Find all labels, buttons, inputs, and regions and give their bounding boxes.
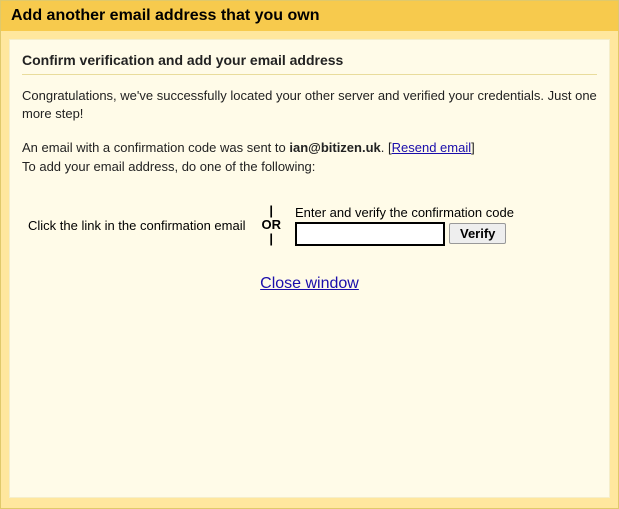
dialog-container: Add another email address that you own C… <box>0 0 619 509</box>
or-divider: | OR | <box>255 204 287 247</box>
verify-button[interactable]: Verify <box>449 223 506 244</box>
confirmation-code-input[interactable] <box>295 222 445 246</box>
bracket-close: ] <box>471 140 475 155</box>
dialog-content: Confirm verification and add your email … <box>9 39 610 498</box>
right-choice: Enter and verify the confirmation code V… <box>287 205 514 246</box>
period: . <box>381 140 388 155</box>
left-choice-text: Click the link in the confirmation email <box>22 218 255 233</box>
congrats-text: Congratulations, we've successfully loca… <box>22 87 597 123</box>
section-heading: Confirm verification and add your email … <box>22 52 597 75</box>
close-wrap: Close window <box>22 275 597 293</box>
dialog-title: Add another email address that you own <box>1 1 618 31</box>
confirmation-prefix: An email with a confirmation code was se… <box>22 140 289 155</box>
right-choice-label: Enter and verify the confirmation code <box>295 205 514 220</box>
close-window-link[interactable]: Close window <box>260 275 359 292</box>
resend-email-link[interactable]: Resend email <box>392 140 472 155</box>
choice-area: Click the link in the confirmation email… <box>22 204 597 247</box>
verify-row: Verify <box>295 222 514 246</box>
instruction-line: To add your email address, do one of the… <box>22 159 315 174</box>
target-email: ian@bitizen.uk <box>289 140 380 155</box>
confirmation-block: An email with a confirmation code was se… <box>22 139 597 175</box>
